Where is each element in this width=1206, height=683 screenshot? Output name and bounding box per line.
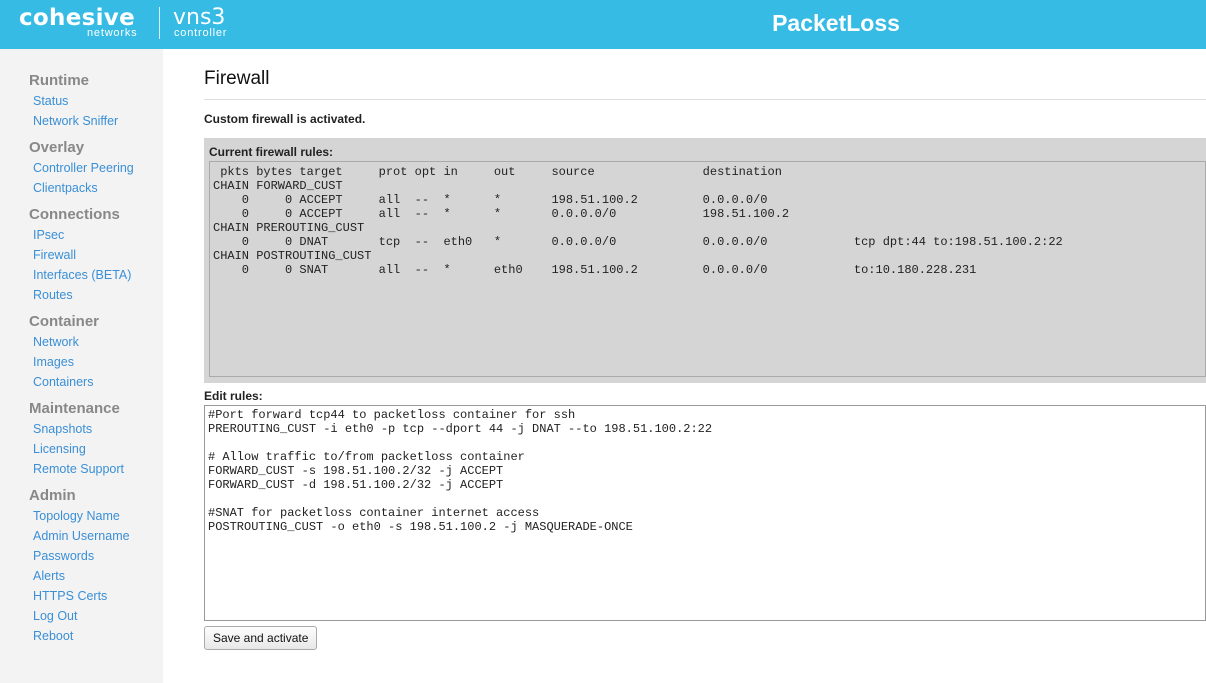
- title-divider: [204, 99, 1206, 100]
- nav-group-container: Container Network Images Containers: [0, 311, 163, 392]
- sidebar-item-clientpacks[interactable]: Clientpacks: [0, 178, 163, 198]
- sidebar-item-interfaces-beta[interactable]: Interfaces (BETA): [0, 265, 163, 285]
- sidebar-item-routes[interactable]: Routes: [0, 285, 163, 305]
- edit-rules-label: Edit rules:: [204, 389, 263, 403]
- sidebar-item-controller-peering[interactable]: Controller Peering: [0, 158, 163, 178]
- sidebar-item-topology-name[interactable]: Topology Name: [0, 506, 163, 526]
- sidebar-item-licensing[interactable]: Licensing: [0, 439, 163, 459]
- top-header-bar: cohesive networks vns3 controller Packet…: [0, 0, 1206, 49]
- nav-group-connections: Connections IPsec Firewall Interfaces (BETA…: [0, 204, 163, 305]
- edit-rules-textarea[interactable]: [204, 405, 1206, 621]
- sidebar-item-network-sniffer[interactable]: Network Sniffer: [0, 111, 163, 131]
- logo-brand-subtext: networks: [87, 27, 138, 39]
- topology-title: PacketLoss: [772, 10, 900, 36]
- save-and-activate-button[interactable]: Save and activate: [204, 626, 318, 650]
- sidebar-item-containers[interactable]: Containers: [0, 372, 163, 392]
- sidebar-item-admin-username[interactable]: Admin Username: [0, 526, 163, 546]
- nav-group-admin: Admin Topology Name Admin Username Password…: [0, 485, 163, 646]
- main-content: Firewall Custom firewall is activated. C…: [204, 49, 1206, 683]
- current-rules-label: Current firewall rules:: [209, 145, 334, 159]
- current-rules-box[interactable]: pkts bytes target prot opt in out source…: [209, 161, 1206, 377]
- sidebar-item-remote-support[interactable]: Remote Support: [0, 459, 163, 479]
- sidebar-item-ipsec[interactable]: IPsec: [0, 225, 163, 245]
- nav-group-runtime: Runtime Status Network Sniffer: [0, 70, 163, 131]
- nav-group-overlay: Overlay Controller Peering Clientpacks: [0, 137, 163, 198]
- page-title: Firewall: [204, 68, 270, 89]
- current-rules-panel: Current firewall rules: pkts bytes targe…: [204, 138, 1206, 383]
- sidebar-nav: Runtime Status Network Sniffer Overlay Contr…: [0, 49, 163, 683]
- sidebar-item-passwords[interactable]: Passwords: [0, 546, 163, 566]
- logo-product-subtext: controller: [174, 27, 228, 39]
- nav-group-maintenance: Maintenance Snapshots Licensing Remote Supp…: [0, 398, 163, 479]
- nav-heading-runtime: Runtime: [29, 72, 89, 89]
- sidebar-item-log-out[interactable]: Log Out: [0, 606, 163, 626]
- nav-heading-container: Container: [29, 313, 100, 330]
- sidebar-item-network[interactable]: Network: [0, 332, 163, 352]
- sidebar-item-snapshots[interactable]: Snapshots: [0, 419, 163, 439]
- sidebar-item-images[interactable]: Images: [0, 352, 163, 372]
- sidebar-item-alerts[interactable]: Alerts: [0, 566, 163, 586]
- firewall-status-message: Custom firewall is activated.: [204, 112, 366, 126]
- current-rules-text: pkts bytes target prot opt in out source…: [213, 165, 1063, 277]
- nav-heading-overlay: Overlay: [29, 139, 85, 156]
- nav-heading-maintenance: Maintenance: [29, 400, 120, 417]
- sidebar-item-https-certs[interactable]: HTTPS Certs: [0, 586, 163, 606]
- sidebar-item-reboot[interactable]: Reboot: [0, 626, 163, 646]
- nav-heading-admin: Admin: [29, 487, 76, 504]
- nav-heading-connections: Connections: [29, 206, 120, 223]
- sidebar-item-firewall[interactable]: Firewall: [0, 245, 163, 265]
- sidebar-item-status[interactable]: Status: [0, 91, 163, 111]
- logo-divider: [159, 7, 160, 39]
